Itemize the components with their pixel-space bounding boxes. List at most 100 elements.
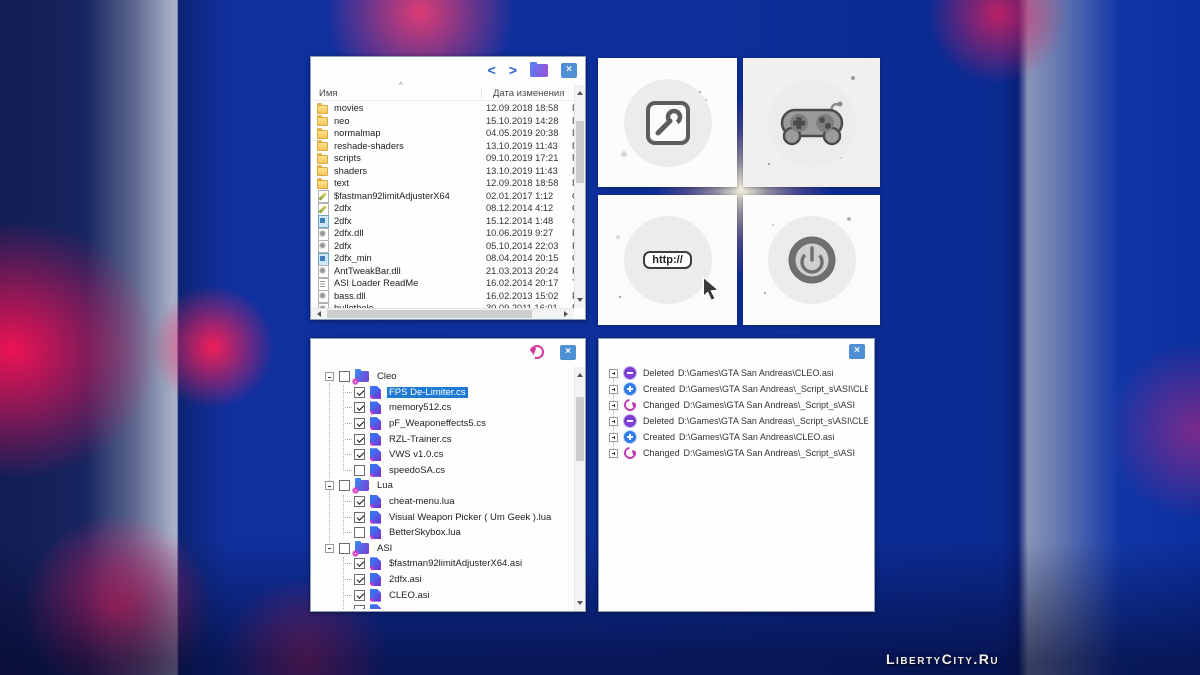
tree-group-cleo[interactable]: Cleo [317, 369, 572, 385]
checkbox[interactable] [354, 449, 365, 460]
tree-item[interactable]: pF_Weaponeffects5.cs [317, 416, 572, 432]
checkbox[interactable] [354, 387, 365, 398]
tile-web[interactable]: http:// [598, 195, 737, 325]
scroll-down-icon[interactable] [577, 601, 583, 608]
expand-icon[interactable] [609, 385, 618, 394]
log-entry[interactable]: CreatedD:\Games\GTA San Andreas\CLEO.asi [605, 429, 868, 445]
checkbox[interactable] [339, 543, 350, 554]
scrollbar-thumb[interactable] [576, 121, 584, 183]
log-entry[interactable]: CreatedD:\Games\GTA San Andreas\_Script_… [605, 381, 868, 397]
column-divider[interactable] [561, 87, 562, 98]
back-chevron-icon[interactable]: < [488, 63, 496, 77]
expand-icon[interactable] [609, 449, 618, 458]
horizontal-scrollbar[interactable] [311, 308, 574, 319]
table-row[interactable]: ASI Loader ReadMe16.02.2014 20:17Т [311, 277, 574, 290]
close-icon[interactable] [849, 344, 865, 359]
forward-chevron-icon[interactable]: > [509, 63, 517, 77]
log-entry[interactable]: ChangedD:\Games\GTA San Andreas\_Script_… [605, 445, 868, 461]
close-icon[interactable] [560, 345, 576, 360]
collapse-icon[interactable] [325, 544, 334, 553]
table-row[interactable]: movies12.09.2018 18:58П [311, 102, 574, 115]
expand-icon[interactable] [609, 417, 618, 426]
table-row[interactable]: $fastman92limitAdjusterX6402.01.2017 1:1… [311, 190, 574, 203]
tree-item[interactable]: speedoSA.cs [317, 463, 572, 479]
tree-item[interactable]: RZL-Trainer.cs [317, 431, 572, 447]
tree-item-partial[interactable] [317, 603, 572, 609]
checkbox[interactable] [354, 418, 365, 429]
tree-item[interactable]: memory512.cs [317, 400, 572, 416]
scrollbar-thumb[interactable] [576, 397, 584, 461]
refresh-icon [622, 445, 639, 462]
table-row[interactable]: normalmap04.05.2019 20:38П [311, 127, 574, 140]
scroll-right-icon[interactable] [564, 311, 571, 317]
folder-icon [317, 115, 329, 126]
checkbox[interactable] [354, 496, 365, 507]
tree-item[interactable]: FPS De-Limiter.cs [317, 385, 572, 401]
checkbox[interactable] [354, 590, 365, 601]
tree-item[interactable]: cheat-menu.lua [317, 494, 572, 510]
checkbox[interactable] [354, 574, 365, 585]
table-row[interactable]: reshade-shaders13.10.2019 11:43П [311, 140, 574, 153]
tree-item[interactable]: Visual Weapon Picker ( Um Geek ).lua [317, 509, 572, 525]
vertical-scrollbar[interactable] [574, 85, 585, 308]
tile-power[interactable] [743, 195, 880, 325]
log-entry[interactable]: DeletedD:\Games\GTA San Andreas\CLEO.asi [605, 365, 868, 381]
checkbox[interactable] [339, 371, 350, 382]
close-icon[interactable] [561, 63, 577, 78]
column-divider[interactable] [481, 87, 482, 98]
scroll-left-icon[interactable] [314, 311, 321, 317]
column-header-date[interactable]: Дата изменения [493, 88, 564, 99]
tree-stub [345, 579, 352, 580]
checkbox[interactable] [354, 605, 365, 609]
tree-item[interactable]: 2dfx.asi [317, 572, 572, 588]
scroll-up-icon[interactable] [577, 88, 583, 95]
expand-icon[interactable] [609, 401, 618, 410]
tree-item[interactable]: VWS v1.0.cs [317, 447, 572, 463]
log-path: D:\Games\GTA San Andreas\CLEO.asi [679, 432, 834, 442]
expand-icon[interactable] [609, 433, 618, 442]
expand-icon[interactable] [609, 369, 618, 378]
tile-games[interactable] [743, 58, 880, 187]
checkbox[interactable] [354, 558, 365, 569]
scroll-down-icon[interactable] [577, 298, 583, 305]
scrollbar-thumb[interactable] [327, 310, 532, 318]
table-row[interactable]: 2dfx.dll10.06.2019 9:27Р [311, 227, 574, 240]
table-row[interactable]: 2dfx05.10.2014 22:03Р [311, 240, 574, 253]
collapse-icon[interactable] [325, 481, 334, 490]
tree-item[interactable]: CLEO.asi [317, 587, 572, 603]
tree-item[interactable]: BetterSkybox.lua [317, 525, 572, 541]
table-row[interactable]: shaders13.10.2019 11:43П [311, 165, 574, 178]
checkbox[interactable] [339, 480, 350, 491]
table-row[interactable]: scripts09.10.2019 17:21П [311, 152, 574, 165]
table-row[interactable]: neo15.10.2019 14:28П [311, 115, 574, 128]
tree-item[interactable]: $fastman92limitAdjusterX64.asi [317, 556, 572, 572]
cursor-arrow-icon [701, 276, 723, 307]
log-entry[interactable]: ChangedD:\Games\GTA San Andreas\_Script_… [605, 397, 868, 413]
desktop-background: < > Имя ^ Дата изменения movies12.09.201… [0, 0, 1200, 675]
folder-icon [317, 153, 329, 164]
mod-folder-icon [355, 371, 369, 382]
table-row[interactable]: 2dfx08.12.2014 4:12С [311, 202, 574, 215]
checkbox[interactable] [354, 512, 365, 523]
table-row[interactable]: AntTweakBar.dll21.03.2013 20:24Р [311, 265, 574, 278]
tree-group-lua[interactable]: Lua [317, 478, 572, 494]
vertical-scrollbar[interactable] [574, 367, 585, 611]
tile-settings[interactable] [598, 58, 737, 187]
gamepad-icon [779, 98, 845, 148]
tree-stub [345, 392, 352, 393]
table-row[interactable]: 2dfx15.12.2014 1:48С [311, 215, 574, 228]
table-row[interactable]: text12.09.2018 18:58П [311, 177, 574, 190]
column-header-name[interactable]: Имя [319, 88, 338, 99]
table-row[interactable]: 2dfx_min08.04.2014 20:15С [311, 252, 574, 265]
log-entry[interactable]: DeletedD:\Games\GTA San Andreas\_Script_… [605, 413, 868, 429]
folder-icon[interactable] [530, 64, 548, 77]
collapse-icon[interactable] [325, 372, 334, 381]
checkbox[interactable] [354, 465, 365, 476]
refresh-icon[interactable] [528, 343, 547, 362]
table-row[interactable]: bass.dll16.02.2013 15:02Р [311, 290, 574, 303]
scroll-up-icon[interactable] [577, 370, 583, 377]
checkbox[interactable] [354, 402, 365, 413]
checkbox[interactable] [354, 434, 365, 445]
checkbox[interactable] [354, 527, 365, 538]
tree-group-asi[interactable]: ASI [317, 541, 572, 557]
